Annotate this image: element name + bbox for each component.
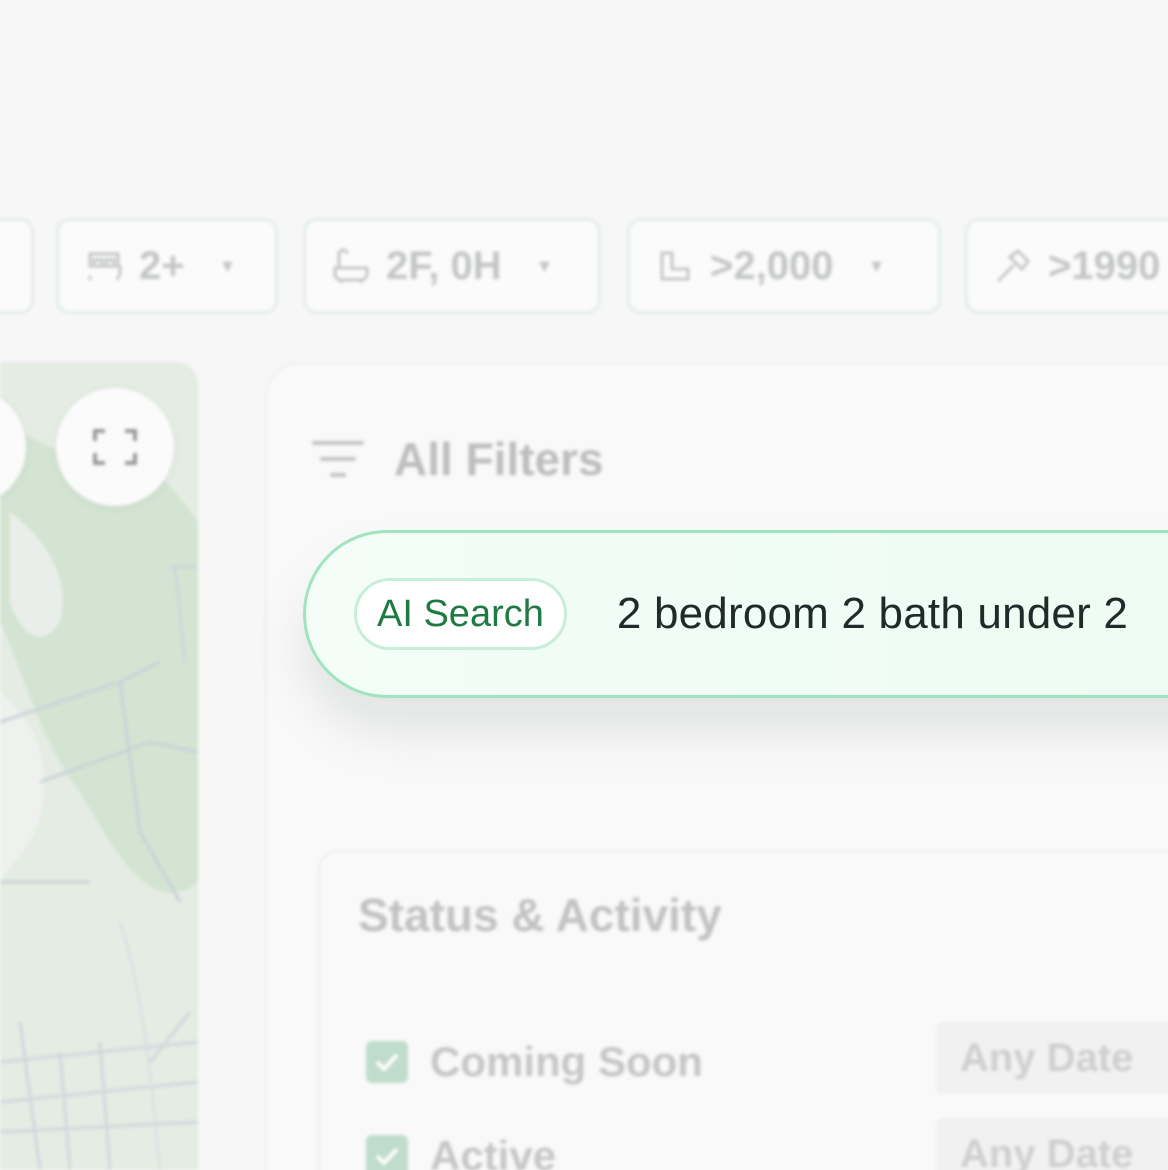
year-value: >1990 [1048, 243, 1161, 288]
app-screen: 2+ ▼ 2F, 0H ▼ >2,000 ▼ >1990 All Filters… [0, 0, 1168, 1170]
chevron-down-icon: ▼ [218, 255, 237, 276]
ruler-icon [656, 247, 694, 285]
hammer-icon [994, 247, 1032, 285]
bath-icon [332, 247, 370, 285]
coming-soon-label: Coming Soon [430, 1038, 703, 1085]
chevron-down-icon: ▼ [535, 255, 554, 276]
check-icon [375, 1053, 399, 1072]
sqft-value: >2,000 [710, 243, 834, 288]
baths-value: 2F, 0H [386, 243, 502, 288]
active-date-select[interactable]: Any Date [936, 1118, 1168, 1170]
filter-pill-prev[interactable] [0, 218, 34, 314]
status-title: Status & Activity [358, 889, 722, 941]
ai-search-badge: AI Search [354, 578, 567, 650]
map-panel[interactable] [0, 362, 198, 1170]
filter-pill-year[interactable]: >1990 [965, 218, 1168, 314]
filter-pill-baths[interactable]: 2F, 0H ▼ [303, 218, 601, 314]
filters-header: All Filters [312, 432, 604, 486]
filters-title: All Filters [394, 433, 604, 485]
active-checkbox[interactable] [366, 1135, 408, 1170]
fullscreen-button[interactable] [56, 388, 174, 506]
filter-pill-beds[interactable]: 2+ ▼ [56, 218, 278, 314]
filter-lines-icon [312, 441, 364, 477]
filter-pill-sqft[interactable]: >2,000 ▼ [627, 218, 941, 314]
status-row-active[interactable]: Active [366, 1132, 556, 1170]
coming-soon-checkbox[interactable] [366, 1041, 408, 1083]
status-row-coming-soon[interactable]: Coming Soon [366, 1038, 703, 1086]
ai-search-bar[interactable]: AI Search 2 bedroom 2 bath under 2 [303, 530, 1168, 698]
chevron-down-icon: ▼ [867, 255, 886, 276]
ai-search-input[interactable]: 2 bedroom 2 bath under 2 [617, 589, 1128, 639]
beds-value: 2+ [139, 243, 185, 288]
check-icon [375, 1147, 399, 1166]
fullscreen-icon [93, 429, 137, 465]
active-label: Active [430, 1132, 557, 1170]
coming-soon-date-select[interactable]: Any Date [936, 1022, 1168, 1094]
bed-icon [85, 247, 123, 285]
